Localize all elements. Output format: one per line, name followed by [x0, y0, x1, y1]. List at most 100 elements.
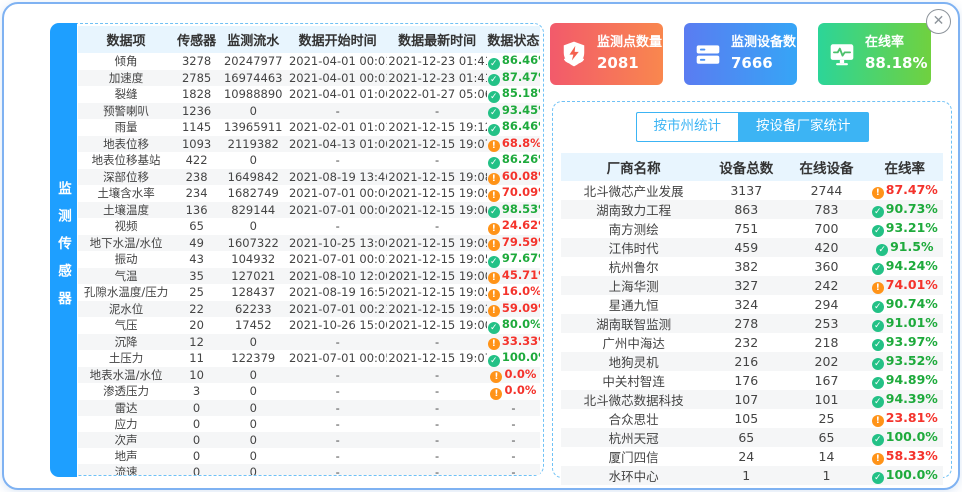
sensor-table-wrap: 数据项 传感器 监测流水 数据开始时间 数据最新时间 数据状态 倾角327820… [77, 24, 544, 475]
stat-cards-row: 监测点数量 2081 监测设备数 7666 [550, 23, 931, 85]
stat-card-device-count: 监测设备数 7666 [684, 23, 797, 85]
table-cell: 20247977 [219, 53, 288, 70]
tab-by-city[interactable]: 按市州统计 [636, 112, 739, 142]
status-percent: 93.21% [886, 220, 938, 235]
status-percent: 86.46% [502, 119, 540, 133]
status-percent: 87.47% [886, 182, 938, 197]
status-percent: 94.39% [886, 391, 938, 406]
table-cell: - [288, 464, 387, 475]
stat-card-value: 7666 [731, 53, 796, 75]
table-cell: 2021-10-26 15:00 [288, 317, 387, 334]
status-cell: !68.8% [487, 136, 540, 153]
table-cell: 加速度 [78, 70, 175, 87]
table-cell: - [387, 383, 486, 400]
check-circle-icon: ✓ [488, 256, 500, 268]
status-percent: 33.33% [502, 334, 540, 348]
sensor-table-row: 振动431049322021-07-01 00:012021-12-15 19:… [78, 251, 541, 268]
vendor-table-row: 星通九恒324294✓90.74% [561, 295, 943, 314]
table-cell: 360 [786, 257, 866, 276]
table-cell: 43 [175, 251, 219, 268]
table-cell: 105 [706, 409, 786, 428]
status-percent: 0.0% [894, 486, 929, 490]
sensor-table-row: 裂缝1828109888902021-04-01 01:002022-01-27… [78, 86, 541, 103]
table-cell: 0 [219, 218, 288, 235]
table-cell: 3278 [175, 53, 219, 70]
table-cell: 2021-07-01 00:00 [288, 202, 387, 219]
check-circle-icon: ✓ [872, 263, 884, 275]
table-cell: 253 [786, 314, 866, 333]
table-cell: 0 [219, 416, 288, 432]
sensor-table-row: 气温351270212021-08-10 12:002021-12-15 19:… [78, 268, 541, 285]
status-cell: ✓86.46% [487, 53, 540, 70]
table-cell: 422 [175, 152, 219, 169]
table-cell: 地表位移基站 [78, 152, 175, 169]
table-cell: 南方测绘 [561, 219, 706, 238]
sensor-table-row: 应力00--- [78, 416, 541, 432]
shield-bolt-icon [560, 40, 588, 68]
table-cell: - [387, 218, 486, 235]
table-cell: 次声 [78, 432, 175, 448]
status-percent: 97.67% [502, 251, 540, 265]
table-cell: 2021-12-15 19:03 [387, 301, 486, 318]
check-circle-icon: ✓ [876, 244, 888, 256]
sensor-table-header-row: 数据项 传感器 监测流水 数据开始时间 数据最新时间 数据状态 [78, 26, 541, 53]
table-cell: 101 [786, 390, 866, 409]
table-cell: 1 [706, 466, 786, 485]
table-cell: 128437 [219, 284, 288, 301]
status-cell: !59.09% [487, 301, 540, 318]
table-cell: 厦门四信 [561, 447, 706, 466]
table-cell: 1 [706, 485, 786, 490]
table-cell: 25 [175, 284, 219, 301]
status-cell: ✓91.01% [867, 314, 943, 333]
table-cell: 2021-12-15 19:12 [387, 119, 486, 136]
table-cell: 1236 [175, 103, 219, 120]
table-cell: 751 [706, 219, 786, 238]
stat-card-label: 监测设备数 [731, 34, 796, 53]
tab-by-manufacturer[interactable]: 按设备厂家统计 [738, 112, 869, 142]
server-stack-icon [694, 40, 722, 68]
table-cell: 324 [706, 295, 786, 314]
col-header-sensors: 传感器 [175, 26, 219, 53]
table-cell: 2021-12-15 19:00 [387, 268, 486, 285]
status-percent: 94.89% [886, 372, 938, 387]
status-cell: !58.33% [867, 447, 943, 466]
status-percent: 100.0% [502, 350, 540, 364]
table-cell: 2021-02-01 01:01 [288, 119, 387, 136]
sensor-table-row: 流速00--- [78, 464, 541, 475]
vendor-table-wrap: 厂商名称 设备总数 在线设备 在线率 北斗微芯产业发展31372744!87.4… [561, 153, 943, 490]
table-cell: 0 [175, 400, 219, 416]
table-cell: - [288, 432, 387, 448]
check-circle-icon: ✓ [872, 301, 884, 313]
status-cell: ✓87.47% [487, 70, 540, 87]
table-cell: 11 [175, 350, 219, 367]
status-cell: ✓94.89% [867, 371, 943, 390]
sensor-table-row: 渗透压力30--!0.0% [78, 383, 541, 400]
check-circle-icon: ✓ [488, 322, 500, 334]
status-cell: !0.0% [487, 383, 540, 400]
close-icon[interactable]: ✕ [926, 9, 951, 34]
warn-circle-icon: ! [488, 272, 500, 284]
table-cell: - [288, 400, 387, 416]
table-cell: - [288, 334, 387, 351]
status-percent: 93.97% [886, 334, 938, 349]
monitor-pulse-icon [828, 40, 856, 68]
table-cell: 应力 [78, 416, 175, 432]
table-cell: 地下水温/水位 [78, 235, 175, 252]
table-cell: 25 [786, 409, 866, 428]
warn-circle-icon: ! [488, 289, 500, 301]
table-cell: 2021-12-15 19:07 [387, 350, 486, 367]
table-cell: - [288, 448, 387, 464]
status-cell: ✓94.24% [867, 257, 943, 276]
warn-circle-icon: ! [872, 187, 884, 199]
sensor-table-row: 加速度2785169744632021-04-01 00:012021-12-2… [78, 70, 541, 87]
table-cell: 104932 [219, 251, 288, 268]
table-cell: 2021-08-19 16:50 [288, 284, 387, 301]
table-cell: 216 [706, 352, 786, 371]
sensor-table-row: 沉降120--!33.33% [78, 334, 541, 351]
table-cell: 2022-01-27 05:06 [387, 86, 486, 103]
table-cell: 863 [706, 200, 786, 219]
table-cell: 700 [786, 219, 866, 238]
table-cell: 沉降 [78, 334, 175, 351]
table-cell: 459 [706, 238, 786, 257]
table-cell: 2119382 [219, 136, 288, 153]
